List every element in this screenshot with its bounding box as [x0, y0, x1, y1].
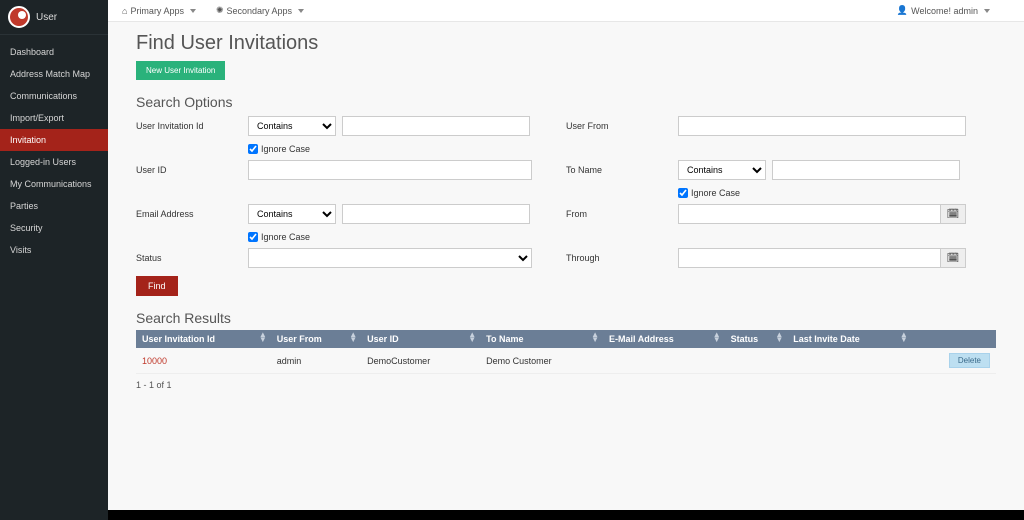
- sort-icon: ▲▼: [349, 332, 357, 342]
- footer: [108, 510, 1024, 520]
- email-ignore-case-checkbox[interactable]: [248, 232, 258, 242]
- sort-icon: ▲▼: [900, 332, 908, 342]
- user-invitation-id-ignore-case-checkbox[interactable]: [248, 144, 258, 154]
- sidebar: User DashboardAddress Match MapCommunica…: [0, 0, 108, 520]
- status-select[interactable]: [248, 248, 532, 268]
- cell: DemoCustomer: [361, 348, 480, 374]
- pager-info: 1 - 1 of 1: [136, 380, 996, 390]
- user-invitation-id-input[interactable]: [342, 116, 530, 136]
- cell: Delete: [912, 348, 996, 374]
- sidebar-item-address-match-map[interactable]: Address Match Map: [0, 63, 108, 85]
- sidebar-item-security[interactable]: Security: [0, 217, 108, 239]
- content: Find User Invitations New User Invitatio…: [108, 22, 1024, 510]
- sort-icon: ▲▼: [468, 332, 476, 342]
- sidebar-item-import-export[interactable]: Import/Export: [0, 107, 108, 129]
- to-name-ignore-case-checkbox[interactable]: [678, 188, 688, 198]
- sort-icon: ▲▼: [591, 332, 599, 342]
- primary-apps-label: Primary Apps: [130, 6, 184, 16]
- calendar-icon: 🗓: [947, 253, 960, 264]
- cell: [787, 348, 912, 374]
- results-table: User Invitation Id▲▼User From▲▼User ID▲▼…: [136, 330, 996, 374]
- user-invitation-id-op-select[interactable]: Contains: [248, 116, 336, 136]
- cell: Demo Customer: [480, 348, 603, 374]
- welcome-label: Welcome! admin: [911, 6, 978, 16]
- label-from-date: From: [566, 204, 678, 219]
- user-menu[interactable]: 👤 Welcome! admin: [897, 5, 990, 16]
- sidebar-item-dashboard[interactable]: Dashboard: [0, 41, 108, 63]
- label-to-name: To Name: [566, 160, 678, 175]
- through-date-picker-button[interactable]: 🗓: [940, 248, 966, 268]
- sort-icon: ▲▼: [713, 332, 721, 342]
- column-header[interactable]: User Invitation Id▲▼: [136, 330, 271, 348]
- topbar: ⌂ Primary Apps ✺ Secondary Apps 👤 Welcom…: [108, 0, 1024, 22]
- home-icon: ⌂: [122, 6, 127, 16]
- sort-icon: ▲▼: [775, 332, 783, 342]
- sidebar-item-communications[interactable]: Communications: [0, 85, 108, 107]
- from-date-picker-button[interactable]: 🗓: [940, 204, 966, 224]
- calendar-icon: 🗓: [947, 209, 960, 220]
- chevron-down-icon: [190, 9, 196, 13]
- label-through-date: Through: [566, 248, 678, 263]
- column-header[interactable]: Status▲▼: [725, 330, 788, 348]
- ignore-case-label: Ignore Case: [691, 188, 740, 198]
- label-user-from: User From: [566, 116, 678, 131]
- email-op-select[interactable]: Contains: [248, 204, 336, 224]
- search-results-title: Search Results: [136, 310, 996, 326]
- column-header[interactable]: Last Invite Date▲▼: [787, 330, 912, 348]
- primary-apps-menu[interactable]: ⌂ Primary Apps: [122, 6, 196, 16]
- column-header[interactable]: E-Mail Address▲▼: [603, 330, 725, 348]
- secondary-apps-menu[interactable]: ✺ Secondary Apps: [216, 5, 304, 16]
- find-button[interactable]: Find: [136, 276, 178, 296]
- label-user-id: User ID: [136, 160, 248, 175]
- column-header[interactable]: User ID▲▼: [361, 330, 480, 348]
- secondary-apps-label: Secondary Apps: [227, 6, 293, 16]
- cell: 10000: [136, 348, 271, 374]
- to-name-op-select[interactable]: Contains: [678, 160, 766, 180]
- sidebar-item-logged-in-users[interactable]: Logged-in Users: [0, 151, 108, 173]
- search-options-title: Search Options: [136, 94, 996, 110]
- sidebar-item-visits[interactable]: Visits: [0, 239, 108, 261]
- user-id-input[interactable]: [248, 160, 532, 180]
- ignore-case-label: Ignore Case: [261, 232, 310, 242]
- user-from-input[interactable]: [678, 116, 966, 136]
- email-input[interactable]: [342, 204, 530, 224]
- sidebar-nav: DashboardAddress Match MapCommunications…: [0, 41, 108, 261]
- delete-button[interactable]: Delete: [949, 353, 990, 368]
- column-header[interactable]: [912, 330, 996, 348]
- table-row: 10000 adminDemoCustomerDemo Customer Delet…: [136, 348, 996, 374]
- sidebar-item-parties[interactable]: Parties: [0, 195, 108, 217]
- sidebar-item-invitation[interactable]: Invitation: [0, 129, 108, 151]
- cell: [725, 348, 788, 374]
- user-icon: 👤: [897, 5, 908, 16]
- invitation-id-link[interactable]: 10000: [142, 356, 167, 366]
- label-user-invitation-id: User Invitation Id: [136, 116, 248, 131]
- label-email: Email Address: [136, 204, 248, 219]
- ignore-case-label: Ignore Case: [261, 144, 310, 154]
- page-title: Find User Invitations: [136, 32, 996, 55]
- through-date-input[interactable]: [678, 248, 940, 268]
- column-header[interactable]: User From▲▼: [271, 330, 361, 348]
- from-date-input[interactable]: [678, 204, 940, 224]
- cell: admin: [271, 348, 361, 374]
- sidebar-item-my-communications[interactable]: My Communications: [0, 173, 108, 195]
- chevron-down-icon: [984, 9, 990, 13]
- sort-icon: ▲▼: [259, 332, 267, 342]
- to-name-input[interactable]: [772, 160, 960, 180]
- cell: [603, 348, 725, 374]
- sidebar-header: User: [0, 0, 108, 35]
- column-header[interactable]: To Name▲▼: [480, 330, 603, 348]
- logo-icon: [8, 6, 30, 28]
- new-user-invitation-button[interactable]: New User Invitation: [136, 61, 225, 80]
- chevron-down-icon: [298, 9, 304, 13]
- gear-icon: ✺: [216, 5, 224, 16]
- app-name: User: [36, 12, 57, 23]
- label-status: Status: [136, 248, 248, 263]
